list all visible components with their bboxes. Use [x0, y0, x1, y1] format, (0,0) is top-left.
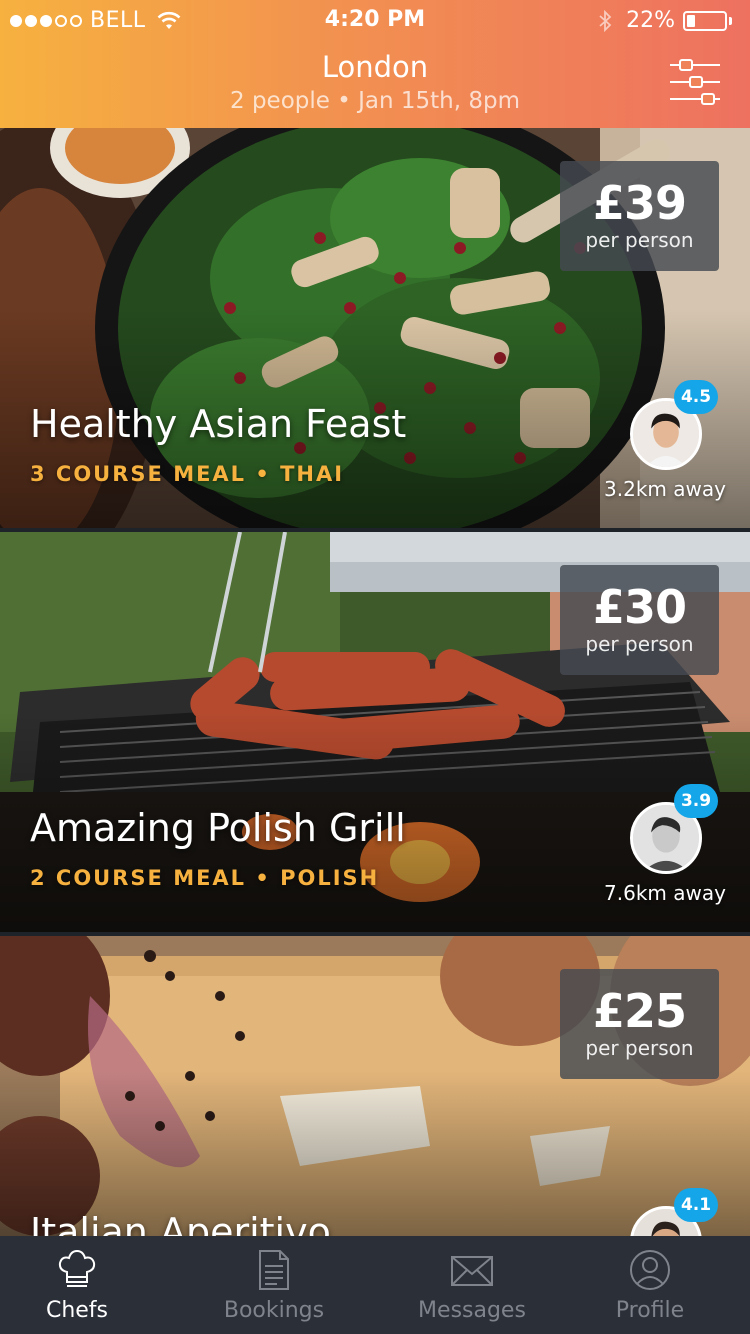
meal-meta: 2 COURSE MEAL • POLISH	[30, 866, 380, 890]
app-header: BELL 4:20 PM 22% London 2 people • Jan 1…	[0, 0, 750, 128]
price-unit: per person	[585, 1036, 694, 1060]
battery-tip	[729, 16, 732, 25]
chef-card[interactable]: £30 per person Amazing Polish Grill 2 CO…	[0, 532, 750, 932]
chef-avatar[interactable]: 4.1	[630, 1188, 718, 1236]
bluetooth-icon	[599, 9, 612, 32]
tab-chefs[interactable]: Chefs	[0, 1236, 154, 1334]
rating-badge: 4.1	[674, 1188, 718, 1222]
price-tag: £39 per person	[560, 161, 719, 271]
tab-label: Messages	[418, 1298, 526, 1323]
price-unit: per person	[585, 228, 694, 252]
tab-bar: Chefs Bookings Messages Profile	[0, 1236, 750, 1334]
document-icon	[259, 1250, 289, 1290]
tab-label: Profile	[615, 1298, 685, 1323]
distance: 3.2km away	[604, 477, 726, 501]
price: £30	[592, 580, 687, 634]
battery-icon	[683, 10, 727, 31]
tab-messages[interactable]: Messages	[394, 1236, 550, 1334]
chef-avatar[interactable]: 3.9	[630, 784, 718, 874]
meal-title: Healthy Asian Feast	[30, 402, 407, 446]
battery-level	[687, 14, 695, 27]
chef-card[interactable]: £39 per person Healthy Asian Feast 3 COU…	[0, 128, 750, 528]
tab-label: Bookings	[223, 1298, 325, 1323]
price: £39	[592, 176, 687, 230]
meal-title: Italian Aperitivo	[30, 1210, 331, 1236]
meal-meta: 3 COURSE MEAL • THAI	[30, 462, 345, 486]
distance: 7.6km away	[604, 881, 726, 905]
meal-title: Amazing Polish Grill	[30, 806, 406, 850]
user-icon	[630, 1250, 670, 1290]
tab-profile[interactable]: Profile	[550, 1236, 750, 1334]
battery-group: 22%	[598, 8, 732, 33]
price: £25	[592, 984, 687, 1038]
rating-badge: 4.5	[674, 380, 718, 414]
battery-percent: 22%	[626, 8, 675, 33]
rating-badge: 3.9	[674, 784, 718, 818]
location-title[interactable]: London	[0, 50, 750, 84]
tab-bookings[interactable]: Bookings	[154, 1236, 394, 1334]
envelope-icon	[451, 1256, 493, 1286]
price-unit: per person	[585, 632, 694, 656]
chef-hat-icon	[58, 1249, 96, 1287]
booking-summary[interactable]: 2 people • Jan 15th, 8pm	[0, 88, 750, 114]
chef-avatar[interactable]: 4.5	[630, 380, 718, 470]
sliders-icon[interactable]	[668, 57, 722, 107]
chef-card[interactable]: £25 per person Italian Aperitivo 4.1	[0, 936, 750, 1236]
tab-label: Chefs	[45, 1298, 109, 1323]
price-tag: £30 per person	[560, 565, 719, 675]
status-bar: BELL 4:20 PM 22%	[0, 0, 750, 40]
price-tag: £25 per person	[560, 969, 719, 1079]
